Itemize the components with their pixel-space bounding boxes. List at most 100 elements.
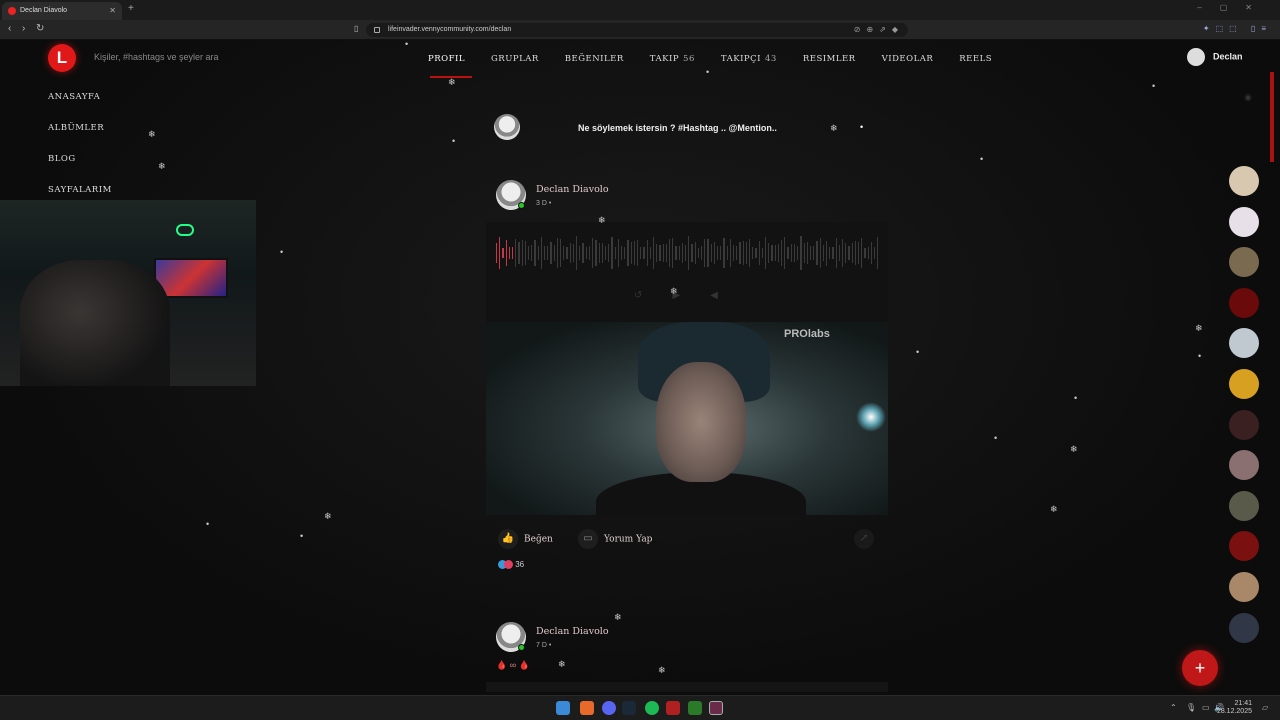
friend-avatar[interactable]	[1229, 531, 1259, 562]
waveform-bar	[854, 240, 856, 266]
audio-player[interactable]: ↺▶◀	[486, 222, 888, 322]
audio-waveform[interactable]	[496, 234, 879, 272]
sidebar-item-albumler[interactable]: Albümler	[48, 123, 112, 154]
tab-begeniler[interactable]: Beğeniler	[565, 54, 624, 64]
scroll-indicator[interactable]	[1270, 72, 1274, 162]
notification-icon[interactable]: ◉	[1244, 92, 1252, 103]
post-card: Declan Diavolo 3 D • ↺▶◀ PROlabs 👍 Beğen …	[486, 180, 888, 580]
friend-avatar[interactable]	[1229, 328, 1259, 359]
snowflake-icon: ❄	[1195, 323, 1203, 333]
top-navigation: L Kişiler, #hashtags ve şeyler ara Profi…	[0, 40, 1280, 78]
url-field[interactable]: lifeinvader.vennycommunity.com/declan ⊘⊕…	[366, 23, 908, 37]
waveform-bar	[614, 247, 616, 259]
close-tab-icon[interactable]: ✕	[109, 2, 116, 20]
friend-avatar[interactable]	[1229, 612, 1259, 643]
tab-videolar[interactable]: Videolar	[882, 54, 934, 64]
tab-gruplar[interactable]: Gruplar	[491, 54, 539, 64]
friend-avatar[interactable]	[1229, 206, 1259, 237]
chevron-up-icon[interactable]: ⌃	[1170, 703, 1177, 712]
post-time: 3 D •	[536, 200, 552, 207]
spotify-icon[interactable]	[645, 701, 659, 715]
snowflake-icon: ❄	[448, 77, 456, 87]
discord-icon[interactable]	[602, 701, 616, 715]
waveform-bar	[531, 245, 533, 261]
waveform-bar	[819, 238, 821, 268]
browser-tab[interactable]: Declan Diavolo ✕	[2, 2, 122, 20]
post-actions: 👍 Beğen ▭ Yorum Yap ↗	[486, 525, 888, 553]
search-input[interactable]: Kişiler, #hashtags ve şeyler ara	[94, 52, 219, 62]
app-icon[interactable]	[666, 701, 680, 715]
waveform-bar	[761, 247, 764, 259]
extensions-icons[interactable]: ✦⬚⬚ ▯≡	[1203, 24, 1272, 33]
post-author[interactable]: Declan Diavolo	[536, 184, 609, 195]
waveform-bar	[684, 245, 687, 261]
brave-icon[interactable]	[580, 701, 594, 715]
image-text: PROlabs	[784, 328, 830, 340]
waveform-bar	[864, 247, 866, 259]
friend-avatar[interactable]	[1229, 450, 1259, 481]
tab-takipci[interactable]: Takipçi 43	[721, 54, 777, 64]
waveform-bar	[867, 246, 869, 260]
clock[interactable]: 21:41 28.12.2025	[1217, 700, 1252, 716]
sidebar-item-anasayfa[interactable]: Anasayfa	[48, 92, 112, 123]
reaction-summary[interactable]: 36	[498, 560, 524, 570]
bookmark-icon[interactable]: ▯	[354, 24, 358, 33]
online-status-icon	[518, 202, 525, 209]
audio-controls-icons[interactable]: ↺▶◀	[634, 290, 748, 301]
app-icon[interactable]	[709, 701, 723, 715]
friend-avatar[interactable]	[1229, 368, 1259, 399]
friend-avatar[interactable]	[1229, 409, 1259, 440]
url-actions-icons[interactable]: ⊘⊕⇗◆	[854, 23, 904, 37]
like-button[interactable]: 👍 Beğen	[498, 529, 553, 549]
new-tab-button[interactable]: +	[128, 3, 134, 14]
window-controls[interactable]: –▢✕	[1197, 3, 1270, 12]
post-image[interactable]: PROlabs	[486, 322, 888, 515]
steam-icon[interactable]	[622, 701, 636, 715]
site-info-icon[interactable]	[374, 27, 380, 33]
comment-button[interactable]: ▭ Yorum Yap	[578, 529, 652, 549]
tab-takip[interactable]: Takip 56	[650, 54, 695, 64]
tab-resimler[interactable]: Resimler	[803, 54, 856, 64]
reload-icon[interactable]: ↻	[36, 23, 44, 34]
friend-avatar[interactable]	[1229, 571, 1259, 602]
waveform-bar	[723, 237, 725, 269]
waveform-bar	[774, 245, 776, 261]
tab-reels[interactable]: Reels	[959, 54, 992, 64]
back-icon[interactable]: ‹	[8, 23, 11, 34]
friend-avatar[interactable]	[1229, 247, 1259, 278]
waveform-bar	[636, 239, 639, 267]
waveform-bar	[861, 237, 863, 269]
waveform-bar	[524, 241, 527, 265]
notifications-icon[interactable]: ▱	[1262, 703, 1268, 712]
composer-placeholder[interactable]: Ne söylemek istersin ? #Hashtag .. @Ment…	[578, 123, 777, 133]
snowflake-icon: •	[916, 347, 920, 357]
sidebar: Anasayfa Albümler Blog Sayfalarim	[48, 92, 112, 216]
sidebar-item-blog[interactable]: Blog	[48, 154, 112, 185]
lifeinvader-logo[interactable]: L	[48, 44, 76, 72]
start-icon[interactable]	[556, 701, 570, 715]
waveform-bar	[701, 245, 703, 261]
create-post-button[interactable]: +	[1182, 650, 1218, 686]
share-icon[interactable]: ↗	[854, 529, 874, 549]
waveform-bar	[726, 246, 728, 260]
network-icon[interactable]: ▭	[1202, 703, 1210, 712]
microphone-icon[interactable]: 🎙	[1186, 703, 1196, 712]
waveform-bar	[765, 236, 767, 270]
waveform-bar	[518, 242, 520, 264]
post-composer[interactable]: Ne söylemek istersin ? #Hashtag .. @Ment…	[486, 106, 888, 150]
waveform-bar	[857, 242, 860, 264]
waveform-bar	[595, 239, 597, 267]
forward-icon[interactable]: ›	[22, 23, 25, 34]
friend-avatar[interactable]	[1229, 166, 1259, 196]
user-menu[interactable]: Declan	[1187, 48, 1243, 66]
snowflake-icon: ❄	[670, 286, 678, 296]
waveform-bar	[768, 242, 770, 264]
online-status-icon	[518, 644, 525, 651]
post-author[interactable]: Declan Diavolo	[536, 626, 609, 637]
friend-avatar[interactable]	[1229, 287, 1259, 318]
app-icon[interactable]	[688, 701, 702, 715]
tab-profil[interactable]: Profil	[428, 54, 465, 64]
snowflake-icon: ❄	[158, 161, 166, 171]
post-media-edge	[486, 682, 888, 692]
friend-avatar[interactable]	[1229, 490, 1259, 521]
